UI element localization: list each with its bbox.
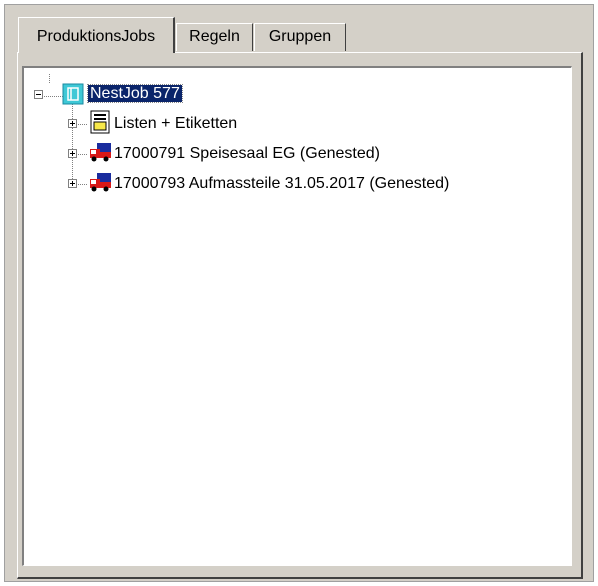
tree-node-listen-etiketten[interactable]: Listen + Etiketten: [112, 112, 239, 136]
job-tree-view[interactable]: NestJob 577 Listen + Etiketten 17000791 …: [22, 66, 572, 566]
tab-regeln[interactable]: Regeln: [176, 23, 253, 51]
tab-produktionsjobs-label: ProduktionsJobs: [36, 28, 156, 45]
tab-regeln-label: Regeln: [189, 28, 240, 45]
tree-connector: [76, 184, 88, 185]
tree-node-aufmassteile-label: 17000793 Aufmassteile 31.05.2017 (Genest…: [114, 175, 450, 192]
tree-node-aufmassteile[interactable]: 17000793 Aufmassteile 31.05.2017 (Genest…: [112, 172, 451, 196]
red-truck-icon: [88, 172, 112, 197]
expand-listen-toggle[interactable]: [68, 119, 77, 128]
tree-node-nestjob-label: NestJob 577: [87, 84, 183, 103]
tree-node-nestjob[interactable]: NestJob 577: [87, 82, 183, 106]
collapse-root-toggle[interactable]: [34, 90, 43, 99]
tree-connector: [49, 74, 50, 84]
tab-produktionsjobs[interactable]: ProduktionsJobs: [18, 17, 175, 53]
tree-node-speisesaal[interactable]: 17000791 Speisesaal EG (Genested): [112, 142, 382, 166]
tree-connector: [76, 124, 88, 125]
tree-node-listen-etiketten-label: Listen + Etiketten: [114, 115, 238, 132]
tree-connector: [76, 154, 88, 155]
document-list-icon: [90, 110, 110, 139]
tree-node-speisesaal-label: 17000791 Speisesaal EG (Genested): [114, 145, 380, 162]
expand-speisesaal-toggle[interactable]: [68, 149, 77, 158]
red-truck-icon: [88, 142, 112, 167]
tab-gruppen[interactable]: Gruppen: [254, 23, 346, 51]
nestjob-icon: [62, 83, 84, 110]
expand-aufmassteile-toggle[interactable]: [68, 179, 77, 188]
tab-gruppen-label: Gruppen: [268, 28, 332, 45]
